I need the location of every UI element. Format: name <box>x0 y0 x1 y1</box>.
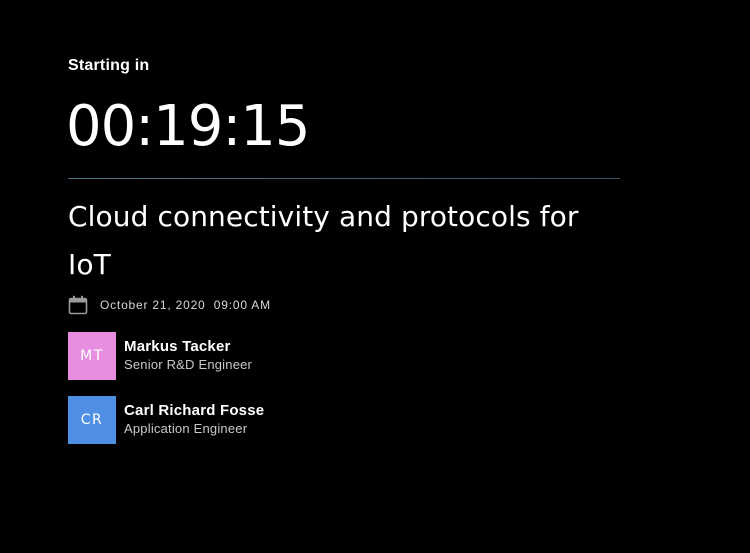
divider <box>68 178 620 179</box>
avatar-initials: MT <box>80 348 104 364</box>
calendar-icon <box>68 295 88 315</box>
session-title: Cloud connectivity and protocols for IoT <box>68 200 579 281</box>
speaker-name: Markus Tacker <box>124 338 231 355</box>
speaker-role: Senior R&D Engineer <box>124 357 253 372</box>
speaker-role: Application Engineer <box>124 421 248 436</box>
speaker-name: Carl Richard Fosse <box>124 402 265 419</box>
speaker-info: Carl Richard Fosse Application Engineer <box>124 402 264 438</box>
speaker-card: CR Carl Richard Fosse Application Engine… <box>68 396 264 444</box>
avatar-initials: CR <box>80 412 104 428</box>
countdown-timer: 00:19:15 <box>66 94 311 159</box>
speaker-card: MT Markus Tacker Senior R&D Engineer <box>68 332 252 380</box>
starting-in-label: Starting in <box>68 57 150 74</box>
session-date-row: October 21, 2020 09:00 AM <box>68 295 271 315</box>
avatar: MT <box>68 332 116 380</box>
session-date-time: October 21, 2020 09:00 AM <box>100 298 271 312</box>
avatar: CR <box>68 396 116 444</box>
speaker-info: Markus Tacker Senior R&D Engineer <box>124 338 252 374</box>
